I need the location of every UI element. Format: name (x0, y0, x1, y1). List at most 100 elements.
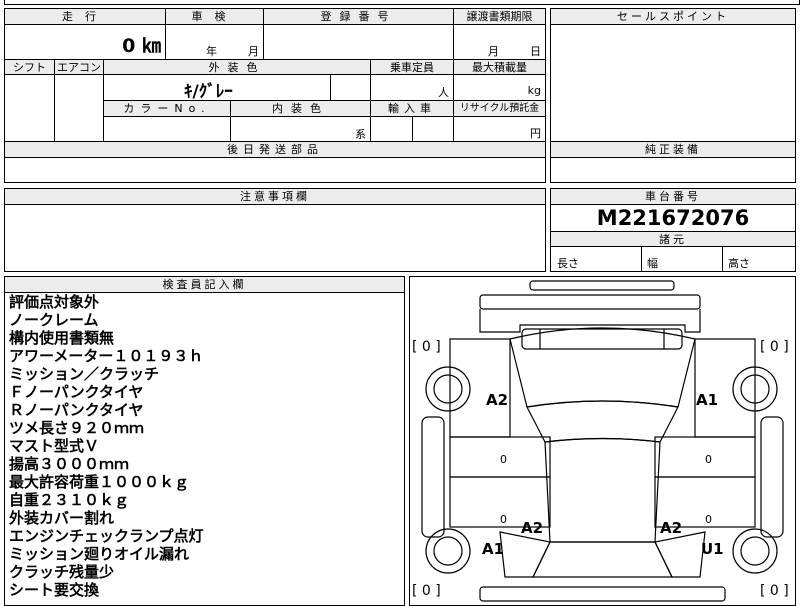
later-parts-cell (4, 157, 546, 183)
vehicle-diagram (421, 280, 784, 602)
import-cell-b (412, 116, 454, 142)
max-load-header: 最大積載量 (453, 59, 546, 75)
wheel-rear-left (425, 528, 471, 574)
capacity-cell: 人 (370, 74, 454, 101)
sill-left (421, 416, 445, 538)
width-label: 幅 (647, 257, 658, 270)
genuine-equipment-header: 純正装備 (551, 142, 795, 158)
interior-color-unit: 系 (355, 128, 366, 141)
front-bumper-top (529, 280, 675, 291)
inspector-note: Ｆノーパンクタイヤ (9, 383, 144, 401)
inspection-header: 車検 (165, 8, 264, 25)
inspector-note: クラッチ残量少 (9, 563, 115, 581)
mark-rear-left: A1 (482, 540, 505, 558)
inspector-note: ミッション／クラッチ (9, 365, 160, 383)
max-load-cell: kg (453, 74, 546, 101)
small-mark: 0 (705, 513, 712, 526)
max-load-unit: kg (527, 84, 541, 97)
inspector-note: 評価点対象外 (9, 293, 100, 311)
caution-header: 注意事項欄 (5, 189, 545, 205)
mileage-header: 走行 (4, 8, 166, 25)
inspector-note: 構内使用書類無 (9, 329, 115, 347)
wheel-rear-right (732, 528, 778, 574)
transfer-deadline-cell: 月 日 (453, 24, 546, 60)
inspector-header: 検査員記入欄 (5, 277, 404, 293)
top-strip (4, 0, 800, 5)
import-header: 輸入車 (370, 100, 454, 117)
inspection-cell: 年 月 (165, 24, 264, 60)
exterior-color-value: ｷ/ｸﾞﾚｰ (184, 82, 233, 102)
inspector-note: ノークレーム (9, 311, 99, 329)
width-cell: 幅 (641, 247, 723, 271)
inspection-month-unit: 月 (248, 45, 259, 58)
exterior-color-header: 外装色 (103, 59, 371, 75)
bracket-top-right: [ 0 ] (760, 339, 789, 355)
chassis-header: 車台番号 (551, 189, 795, 205)
bracket-bottom-right: [ 0 ] (760, 583, 789, 599)
color-no-header: カラーNo. (103, 100, 231, 117)
registration-cell (263, 24, 454, 60)
color-no-cell (103, 116, 231, 142)
inspector-note: 外装カバー割れ (9, 509, 115, 527)
inspector-panel: 検査員記入欄 評価点対象外 ノークレーム 構内使用書類無 アワーメーター１０１９… (4, 276, 405, 606)
front-bumper (479, 294, 701, 310)
rear-window (532, 541, 673, 578)
chassis-number: M221672076 (596, 206, 750, 230)
inspector-note: シート要交換 (9, 581, 100, 599)
interior-color-header: 内装色 (230, 100, 371, 117)
inspector-note: 揚高３０００ｍｍ (9, 455, 130, 473)
inspector-note: ミッション廻りオイル漏れ (9, 545, 190, 563)
height-cell: 高さ (722, 247, 795, 271)
mileage-cell: 0 ㎞ (4, 24, 166, 60)
transfer-day-unit: 日 (530, 45, 541, 58)
small-mark: 0 (705, 453, 712, 466)
mark-rear-right: U1 (701, 540, 724, 558)
inspector-note: ツメ長さ９２０ｍｍ (9, 419, 145, 437)
inspector-note: 自重２３１０ｋｇ (9, 491, 130, 509)
mileage-value: 0 ㎞ (122, 35, 161, 57)
genuine-equipment-panel: 純正装備 (550, 141, 796, 183)
mark-center-right: A2 (660, 519, 683, 537)
inspector-notes: 評価点対象外 ノークレーム 構内使用書類無 アワーメーター１０１９３ｈ ミッショ… (9, 293, 204, 599)
exterior-color-extra-cell (330, 74, 371, 101)
sill-right (760, 416, 784, 538)
roof (544, 437, 661, 543)
recycle-header: リサイクル預託金 (453, 100, 546, 117)
import-cell-a (370, 116, 413, 142)
caution-panel: 注意事項欄 (4, 188, 546, 272)
mark-front-left: A2 (486, 391, 509, 409)
small-mark: 0 (500, 513, 507, 526)
windshield (526, 400, 679, 443)
inspector-note: 最大許容荷重１０００ｋｇ (9, 473, 190, 491)
inspector-note: エンジンチェックランプ点灯 (9, 527, 204, 545)
shift-cell (4, 74, 55, 142)
recycle-unit: 円 (530, 127, 541, 140)
body-outline-right (694, 338, 756, 438)
shift-header: シフト (4, 59, 55, 75)
length-label: 長さ (557, 257, 579, 270)
later-parts-header: 後日発送部品 (4, 141, 546, 158)
height-label: 高さ (728, 257, 750, 270)
capacity-unit: 人 (438, 86, 449, 99)
interior-color-cell: 系 (230, 116, 371, 142)
inspector-note: マスト型式Ｖ (9, 437, 100, 455)
capacity-header: 乗車定員 (370, 59, 454, 75)
bracket-bottom-left: [ 0 ] (412, 583, 441, 599)
inspector-note: Ｒノーパンクタイヤ (9, 401, 144, 419)
hood (509, 327, 696, 408)
registration-header: 登録番号 (263, 8, 454, 25)
chassis-panel: 車台番号 M221672076 諸元 長さ 幅 高さ (550, 188, 796, 272)
sales-points-panel: セールスポイント (550, 8, 796, 142)
wheel-front-left (425, 366, 471, 412)
mark-front-right: A1 (696, 391, 719, 409)
mark-center-left: A2 (521, 519, 544, 537)
bracket-top-left: [ 0 ] (412, 339, 441, 355)
inspector-note: アワーメーター１０１９３ｈ (9, 347, 204, 365)
transfer-month-unit: 月 (488, 45, 499, 58)
recycle-cell: 円 (453, 116, 546, 142)
inspection-year-unit: 年 (206, 45, 217, 58)
aircon-cell (54, 74, 104, 142)
exterior-color-cell: ｷ/ｸﾞﾚｰ (103, 74, 331, 102)
transfer-deadline-header: 譲渡書類期限 (453, 8, 546, 25)
rear-bumper (479, 586, 726, 602)
